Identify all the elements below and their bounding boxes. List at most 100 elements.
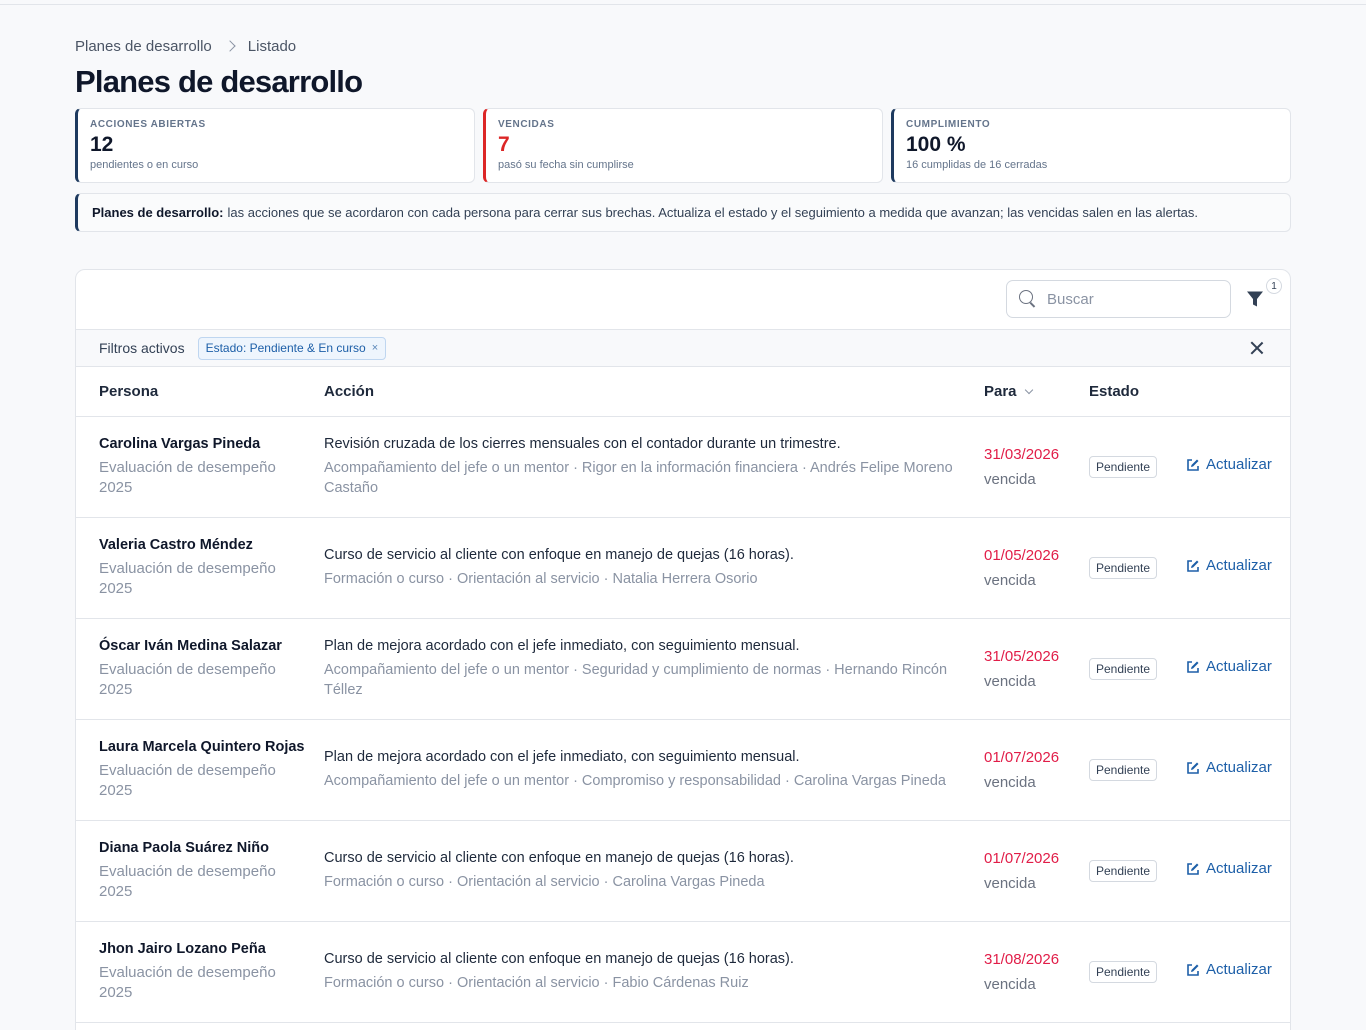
clear-filters-icon[interactable] [1250, 341, 1264, 355]
column-header-para-label: Para [984, 382, 1017, 400]
table-row: Valeria Castro Méndez Evaluación de dese… [76, 517, 1290, 618]
column-header-persona: Persona [76, 367, 324, 417]
action-description: Curso de servicio al cliente con enfoque… [324, 849, 794, 866]
chip-remove-icon[interactable]: × [372, 342, 378, 354]
action-meta: Acompañamiento del jefe o un mentor · Co… [324, 772, 946, 789]
action-meta: Formación o curso · Orientación al servi… [324, 873, 765, 890]
status-cell: Pendiente [1089, 618, 1184, 719]
status-cell: Pendiente [1089, 820, 1184, 921]
due-status-note: vencida [984, 571, 1036, 589]
due-status-note: vencida [984, 773, 1036, 791]
kpi-value: 7 [498, 133, 510, 156]
action-meta: Acompañamiento del jefe o un mentor · Se… [324, 661, 948, 698]
filter-button[interactable]: 1 [1244, 278, 1282, 312]
update-button[interactable]: Actualizar [1184, 658, 1272, 675]
info-title: Planes de desarrollo: [92, 205, 224, 220]
table-row: Óscar Iván Medina Salazar Evaluación de … [76, 618, 1290, 719]
breadcrumb: Planes de desarrollo Listado [75, 38, 296, 55]
row-actions-cell: Actualizar [1184, 618, 1290, 719]
kpi-subtext: 16 cumplidas de 16 cerradas [906, 159, 1048, 171]
person-name: Jhon Jairo Lozano Peña [99, 940, 266, 957]
active-filters-label: Filtros activos [99, 340, 185, 356]
update-button[interactable]: Actualizar [1184, 860, 1272, 877]
due-date: 31/08/2026 [984, 950, 1060, 968]
due-cell: 31/03/2026 vencida [984, 416, 1089, 517]
column-header-actions [1184, 367, 1290, 417]
evaluation-name: Evaluación de desempeño 2025 [99, 660, 276, 698]
kpi-label: ACCIONES ABIERTAS [90, 119, 206, 130]
due-date: 01/05/2026 [984, 546, 1060, 564]
due-date: 31/03/2026 [984, 445, 1060, 463]
persona-cell: Valeria Castro Méndez Evaluación de dese… [76, 517, 324, 618]
row-actions-cell: Actualizar [1184, 921, 1290, 1022]
status-badge: Pendiente [1089, 556, 1158, 579]
kpi-subtext: pasó su fecha sin cumplirse [498, 159, 634, 171]
table-row: Jhon Jairo Lozano Peña Evaluación de des… [76, 921, 1290, 1022]
chevron-down-icon [1024, 385, 1033, 394]
action-cell: Plan de mejora acordado con el jefe inme… [324, 618, 984, 719]
column-header-estado: Estado [1089, 367, 1184, 417]
status-badge: Pendiente [1089, 960, 1158, 983]
kpi-subtext: pendientes o en curso [90, 159, 199, 171]
due-status-note: vencida [984, 672, 1036, 690]
persona-cell: Óscar Iván Medina Salazar Evaluación de … [76, 618, 324, 719]
edit-icon [1187, 559, 1199, 572]
table-toolbar: 1 [76, 270, 1290, 330]
person-name: Laura Marcela Quintero Rojas [99, 738, 305, 755]
column-header-para[interactable]: Para [984, 367, 1089, 417]
status-cell: Pendiente [1089, 719, 1184, 820]
action-cell: Plan de mejora acordado con el jefe inme… [324, 719, 984, 820]
action-cell: Curso de servicio al cliente con enfoque… [324, 921, 984, 1022]
action-cell: Curso de servicio al cliente con enfoque… [324, 820, 984, 921]
kpi-compliance: CUMPLIMIENTO 100 % 16 cumplidas de 16 ce… [891, 108, 1291, 183]
evaluation-name: Evaluación de desempeño 2025 [99, 862, 276, 900]
update-button[interactable]: Actualizar [1184, 961, 1272, 978]
edit-icon [1187, 963, 1199, 976]
active-filters-bar: Filtros activos Estado: Pendiente & En c… [76, 330, 1290, 367]
kpi-value: 100 % [906, 133, 966, 156]
table-row: Diana Paola Suárez Niño Evaluación de de… [76, 820, 1290, 921]
persona-cell: Carolina Vargas Pineda Evaluación de des… [76, 416, 324, 517]
due-cell: 01/05/2026 vencida [984, 517, 1089, 618]
due-status-note: vencida [984, 470, 1036, 488]
search-box[interactable] [1006, 280, 1231, 318]
info-text: las acciones que se acordaron con cada p… [227, 205, 1199, 220]
due-cell: 01/07/2026 vencida [984, 820, 1089, 921]
person-name: Valeria Castro Méndez [99, 536, 253, 553]
person-name: Óscar Iván Medina Salazar [99, 637, 282, 654]
table-row: Carolina Vargas Pineda Evaluación de des… [76, 416, 1290, 517]
breadcrumb-root-link[interactable]: Planes de desarrollo [75, 38, 212, 55]
update-button-label: Actualizar [1206, 658, 1272, 676]
table-row: Laura Marcela Quintero Rojas Evaluación … [76, 719, 1290, 820]
plans-table-card: 1 Filtros activos Estado: Pendiente & En… [75, 269, 1291, 1030]
kpi-overdue: VENCIDAS 7 pasó su fecha sin cumplirse [483, 108, 883, 183]
filter-count-badge: 1 [1266, 278, 1282, 294]
action-meta: Formación o curso · Orientación al servi… [324, 570, 758, 587]
status-badge: Pendiente [1089, 758, 1158, 781]
evaluation-name: Evaluación de desempeño 2025 [99, 559, 276, 597]
status-badge: Pendiente [1089, 657, 1158, 680]
update-button[interactable]: Actualizar [1184, 759, 1272, 776]
persona-cell: Diana Paola Suárez Niño Evaluación de de… [76, 820, 324, 921]
action-description: Plan de mejora acordado con el jefe inme… [324, 748, 800, 765]
persona-cell: Laura Marcela Quintero Rojas Evaluación … [76, 719, 324, 820]
filter-chip-estado[interactable]: Estado: Pendiente & En curso × [197, 336, 387, 360]
due-cell: 31/08/2026 vencida [984, 921, 1089, 1022]
breadcrumb-current: Listado [247, 38, 297, 55]
table-header-row: Persona Acción Para Estado [76, 367, 1290, 417]
update-button[interactable]: Actualizar [1184, 557, 1272, 574]
action-meta: Acompañamiento del jefe o un mentor · Ri… [324, 459, 953, 496]
search-input[interactable] [1047, 290, 1217, 308]
page-title: Planes de desarrollo [75, 64, 363, 99]
edit-icon [1187, 761, 1199, 774]
update-button[interactable]: Actualizar [1184, 456, 1272, 473]
filter-icon [1247, 291, 1263, 307]
update-button-label: Actualizar [1206, 860, 1272, 878]
persona-cell: Jhon Jairo Lozano Peña Evaluación de des… [76, 921, 324, 1022]
kpi-label: CUMPLIMIENTO [906, 119, 991, 130]
person-name: Carolina Vargas Pineda [99, 435, 261, 452]
due-status-note: vencida [984, 874, 1036, 892]
kpi-label: VENCIDAS [498, 119, 555, 130]
plans-table: Persona Acción Para Estado Carolina Varg… [76, 367, 1290, 1023]
due-cell: 31/05/2026 vencida [984, 618, 1089, 719]
